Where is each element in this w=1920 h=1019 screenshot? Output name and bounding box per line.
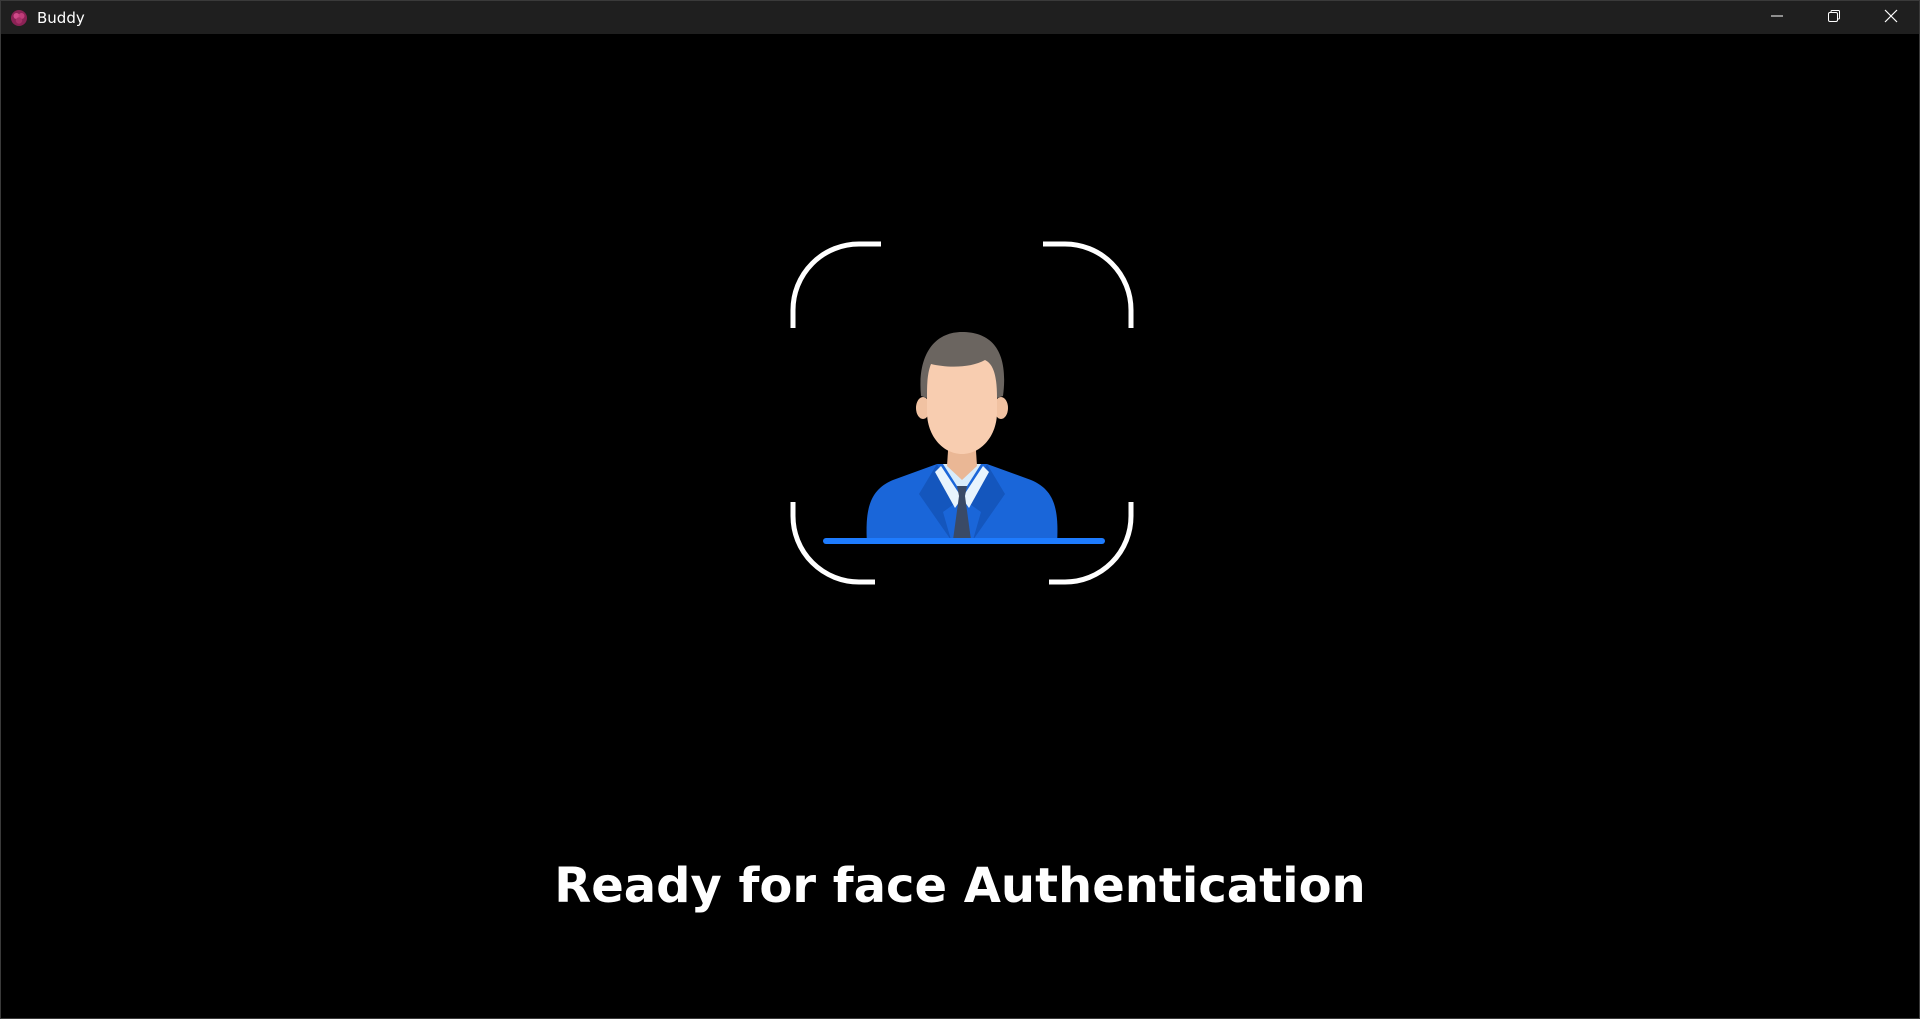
window-title: Buddy bbox=[37, 8, 85, 27]
face-scan-user-icon bbox=[790, 241, 1134, 585]
close-icon bbox=[1884, 8, 1898, 27]
close-button[interactable] bbox=[1862, 1, 1919, 34]
app-window: Buddy Ready for face Authentication bbox=[0, 0, 1920, 1019]
minimize-button[interactable] bbox=[1748, 1, 1805, 34]
face-scan-frame bbox=[789, 240, 1135, 586]
main-content: Ready for face Authentication bbox=[1, 34, 1919, 1018]
scan-line bbox=[823, 538, 1105, 544]
restore-icon bbox=[1827, 8, 1841, 27]
title-bar[interactable]: Buddy bbox=[1, 1, 1919, 34]
restore-button[interactable] bbox=[1805, 1, 1862, 34]
window-controls bbox=[1748, 1, 1919, 34]
minimize-icon bbox=[1770, 8, 1784, 27]
status-message: Ready for face Authentication bbox=[554, 858, 1366, 914]
buddy-app-icon bbox=[9, 8, 29, 28]
